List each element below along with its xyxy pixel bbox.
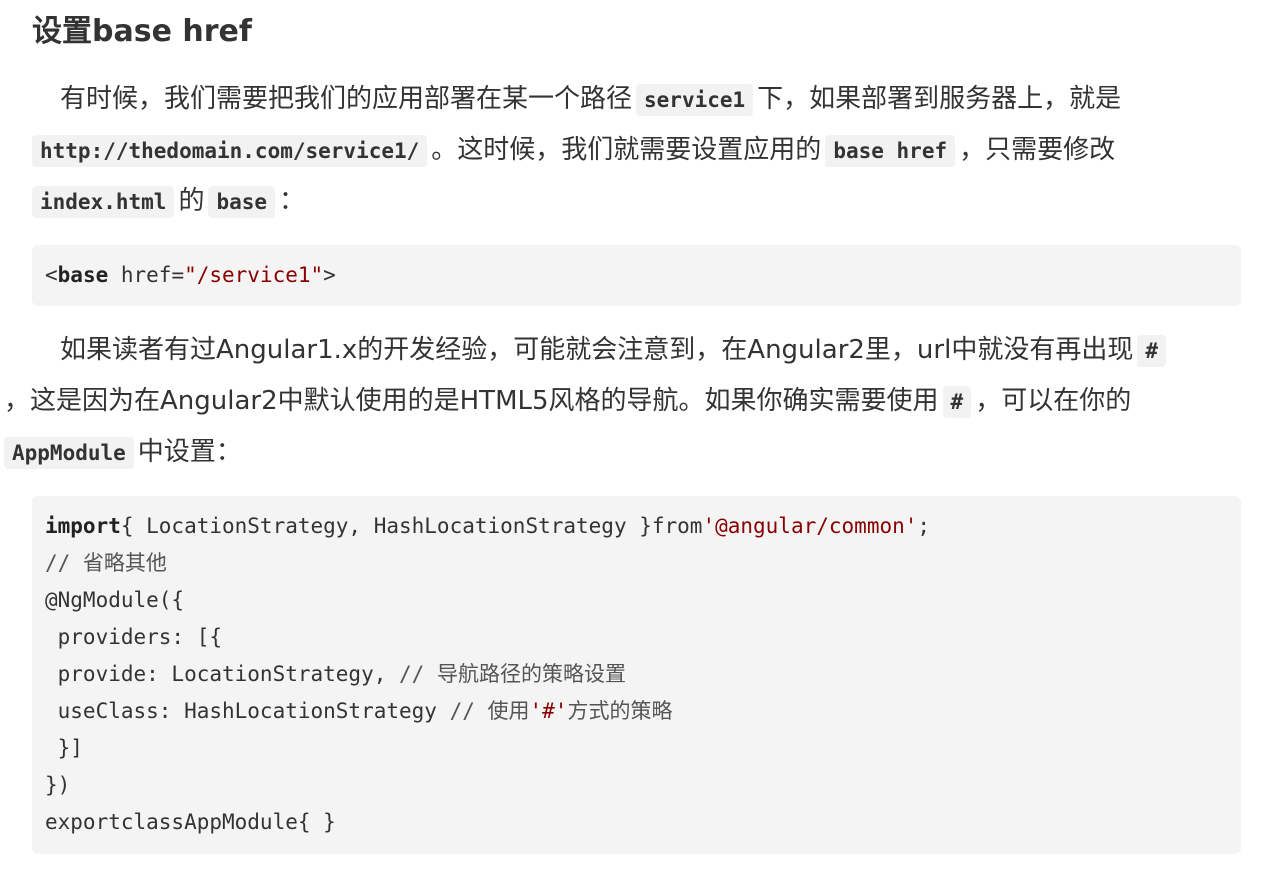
text-segment: ，这是因为在Angular2中默认使用的是HTML5风格的导航。如果你确实需要使… bbox=[4, 386, 939, 416]
code-line: }) bbox=[45, 773, 71, 797]
code-line: providers: [{ bbox=[45, 625, 223, 649]
inline-code-index-html: index.html bbox=[32, 186, 175, 218]
inline-code-base: base bbox=[208, 186, 276, 218]
text-segment: ，可以在你的 bbox=[975, 386, 1132, 416]
code-line: }] bbox=[45, 736, 83, 760]
inline-code-base-href: base href bbox=[825, 135, 956, 167]
code-token: < bbox=[45, 263, 58, 287]
code-block-base-tag: <base href="/service1"> bbox=[32, 245, 1241, 306]
text-segment: 中设置： bbox=[137, 437, 242, 467]
inline-code-appmodule: AppModule bbox=[4, 437, 134, 469]
code-line: provide: LocationStrategy, // 导航路径的策略设置 bbox=[45, 656, 1228, 693]
code-token-tag: base bbox=[57, 263, 109, 287]
code-token: useClass: HashLocationStrategy bbox=[45, 699, 450, 723]
code-token-comment: // 使用 bbox=[449, 699, 530, 723]
inline-code-hash: # bbox=[1137, 335, 1166, 367]
inline-code-service1: service1 bbox=[636, 84, 754, 116]
code-line: @NgModule({ bbox=[45, 588, 185, 612]
code-line: useClass: HashLocationStrategy // 使用'#'方… bbox=[45, 693, 1228, 730]
section-heading: 设置base href bbox=[32, 14, 252, 49]
text-segment: 下，如果部署到服务器上，就是 bbox=[757, 84, 1122, 114]
text-segment: 的 bbox=[178, 186, 205, 216]
code-token: provide: LocationStrategy, bbox=[45, 662, 400, 686]
code-token-string: '#' bbox=[529, 699, 568, 723]
code-token: { LocationStrategy, HashLocationStrategy… bbox=[120, 514, 703, 538]
paragraph-hash-strategy: 如果读者有过Angular1.x的开发经验，可能就会注意到，在Angular2里… bbox=[4, 325, 1247, 478]
text-segment: 如果读者有过Angular1.x的开发经验，可能就会注意到，在Angular2里… bbox=[60, 335, 1134, 365]
code-token-comment: 方式的策略 bbox=[567, 699, 673, 723]
code-line: exportclassAppModule{ } bbox=[45, 810, 336, 834]
text-segment: 有时候，我们需要把我们的应用部署在某一个路径 bbox=[60, 84, 633, 114]
inline-code-url: http://thedomain.com/service1/ bbox=[32, 135, 428, 167]
code-block-appmodule: import{ LocationStrategy, HashLocationSt… bbox=[32, 496, 1241, 854]
text-segment: ： bbox=[279, 186, 306, 216]
code-token-keyword: import bbox=[45, 514, 121, 538]
text-segment: 。这时候，我们就需要设置应用的 bbox=[431, 135, 822, 165]
code-token-string: "/service1" bbox=[184, 263, 324, 287]
code-line: import{ LocationStrategy, HashLocationSt… bbox=[45, 508, 1228, 545]
code-line-comment: // 省略其他 bbox=[45, 551, 167, 575]
code-token-string: '@angular/common' bbox=[702, 514, 918, 538]
code-token-attr: href= bbox=[108, 263, 185, 287]
text-segment: ，只需要修改 bbox=[959, 135, 1116, 165]
code-token: ; bbox=[917, 514, 931, 538]
inline-code-hash: # bbox=[942, 386, 972, 418]
code-token-comment: // 导航路径的策略设置 bbox=[399, 662, 626, 686]
paragraph-base-href: 有时候，我们需要把我们的应用部署在某一个路径 service1 下，如果部署到服务器… bbox=[32, 74, 1247, 227]
code-token: > bbox=[323, 263, 336, 287]
